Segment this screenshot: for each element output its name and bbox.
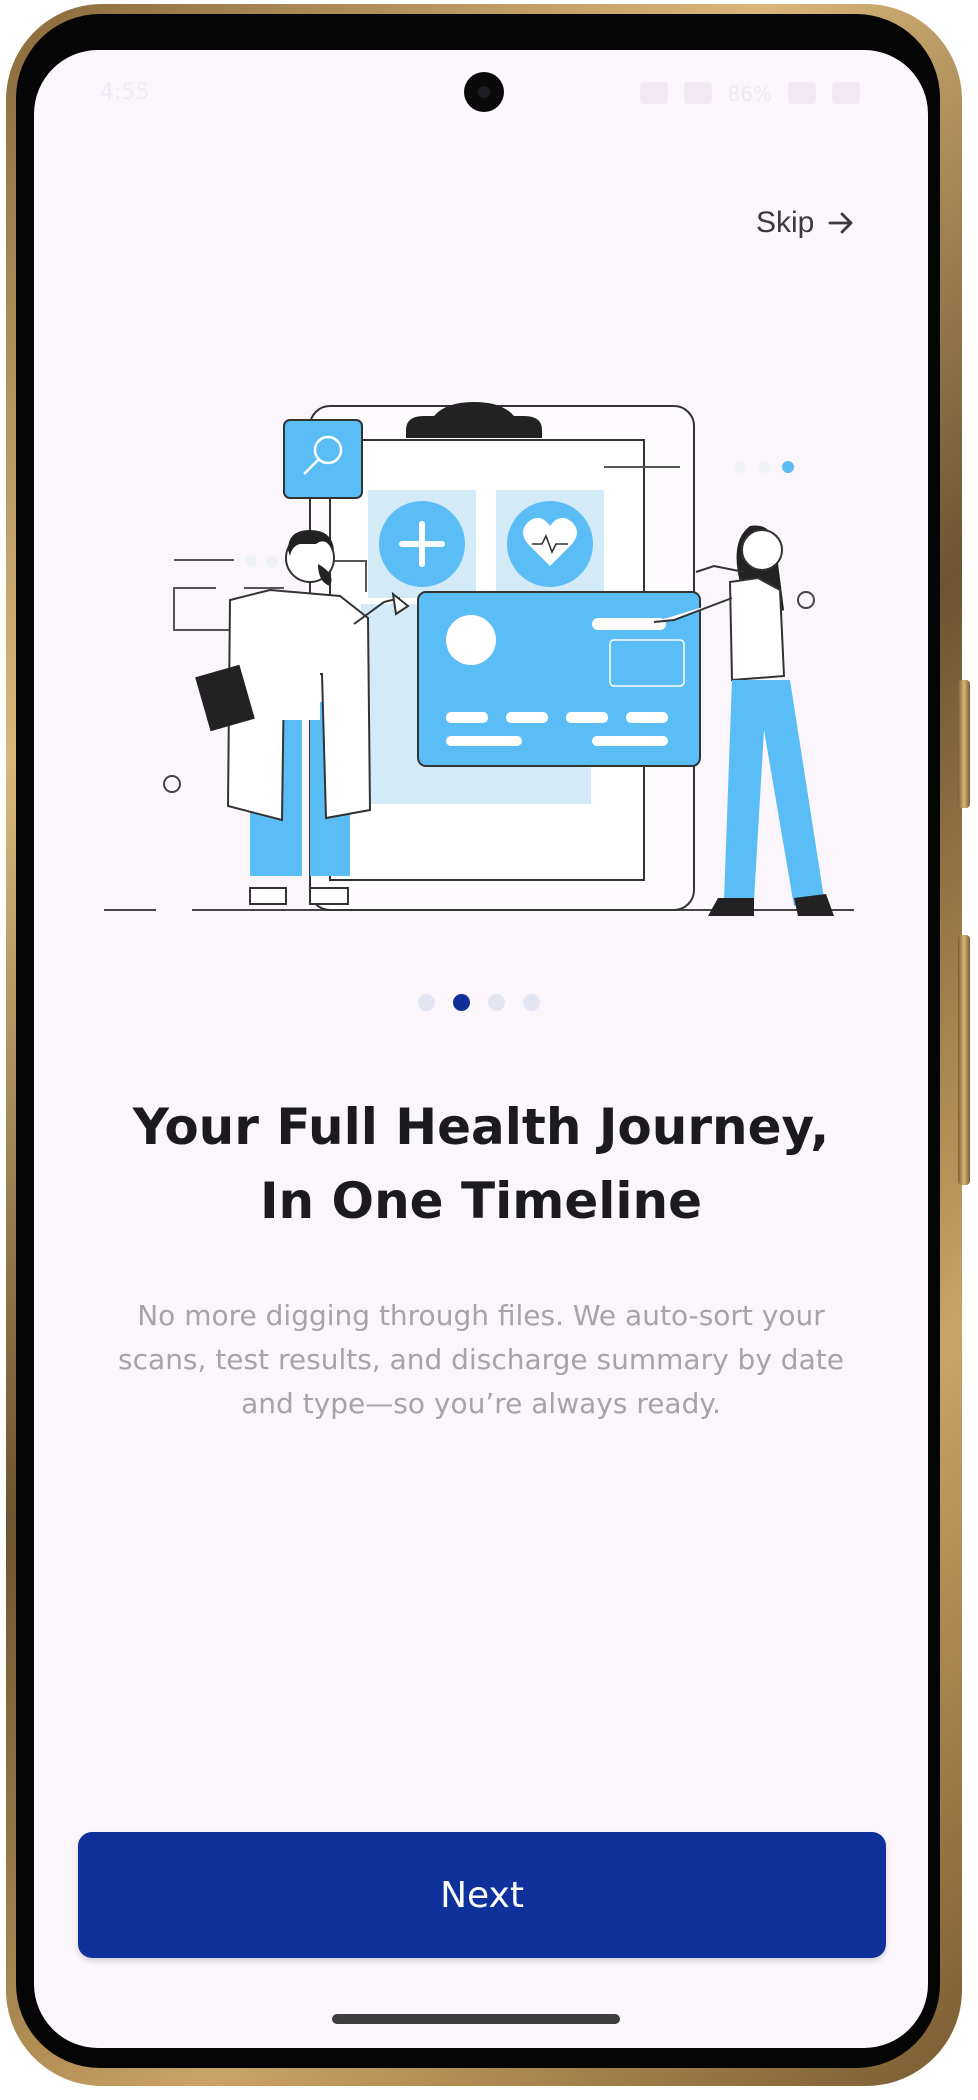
- status-time: 4:55: [100, 80, 150, 105]
- health-records-illustration: [104, 402, 854, 916]
- home-indicator[interactable]: [332, 2014, 620, 2024]
- search-icon: [283, 419, 363, 499]
- title-line-1: Your Full Health Journey,: [132, 1098, 830, 1156]
- signal-icon: [788, 82, 816, 104]
- power-button: [958, 680, 970, 808]
- heart-icon: [496, 490, 604, 598]
- id-card: [417, 591, 701, 767]
- onboarding-screen: 4:55 86% Skip Your Full Health Journey, …: [34, 50, 928, 2048]
- page-dot-2-active[interactable]: [453, 994, 470, 1011]
- next-label: Next: [440, 1874, 524, 1916]
- front-camera: [464, 72, 504, 112]
- battery-percent: 86%: [727, 82, 772, 106]
- mail-icon: [683, 82, 712, 104]
- page-description: No more digging through files. We auto-s…: [118, 1299, 844, 1420]
- page-indicator: [418, 994, 540, 1011]
- page-dot-4[interactable]: [523, 994, 540, 1011]
- page-title: Your Full Health Journey, In One Timelin…: [74, 1090, 888, 1238]
- plus-icon: [368, 490, 476, 598]
- skip-button[interactable]: Skip: [756, 206, 856, 240]
- status-bar: 4:55 86%: [34, 50, 928, 150]
- title-line-2: In One Timeline: [259, 1172, 703, 1230]
- page-dot-3[interactable]: [488, 994, 505, 1011]
- skip-label: Skip: [756, 206, 815, 239]
- notification-icon: [639, 82, 668, 104]
- arrow-right-icon: [828, 212, 853, 234]
- volume-button: [958, 935, 970, 1185]
- next-button[interactable]: Next: [78, 1832, 886, 1958]
- battery-icon: [832, 82, 860, 104]
- status-icons: 86%: [639, 82, 860, 106]
- page-dot-1[interactable]: [418, 994, 435, 1011]
